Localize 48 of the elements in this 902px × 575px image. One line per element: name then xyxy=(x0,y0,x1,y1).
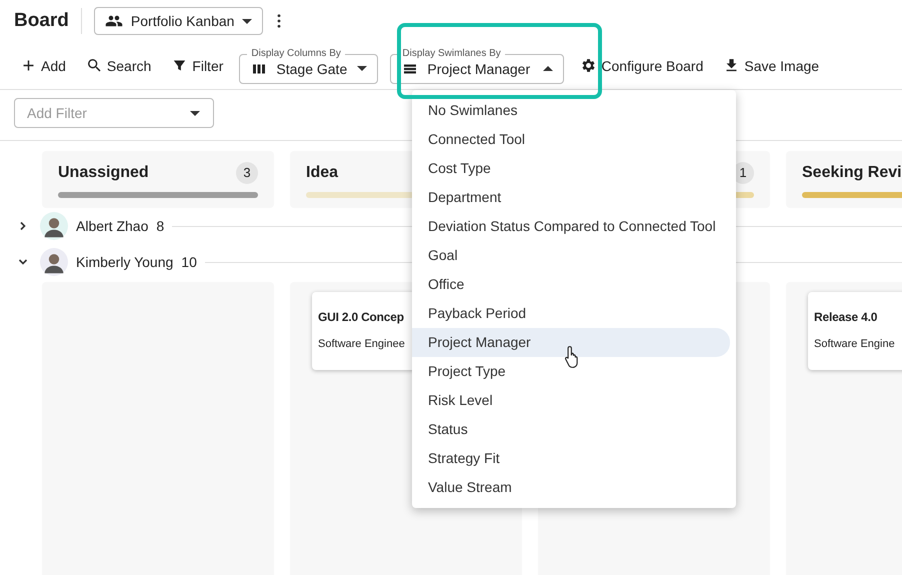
toolbar-button[interactable]: Configure Board xyxy=(576,50,708,82)
menu-item[interactable]: Payback Period xyxy=(412,299,730,328)
select-value: Stage Gate xyxy=(276,60,348,76)
swimlane-name: Albert Zhao xyxy=(76,218,148,234)
menu-item[interactable]: No Swimlanes xyxy=(412,96,730,125)
toolbar-button[interactable]: Search xyxy=(82,50,156,82)
settings-icon xyxy=(580,57,598,74)
field-label: Display Columns By xyxy=(247,48,345,60)
toolbar-button[interactable]: Add xyxy=(16,50,70,82)
card-title: Release 4.0 xyxy=(814,310,878,324)
menu-item[interactable]: Office xyxy=(412,270,730,299)
caret-icon xyxy=(190,111,200,116)
search-icon xyxy=(86,57,103,74)
field-label: Display Swimlanes By xyxy=(398,48,505,60)
menu-item[interactable]: Department xyxy=(412,183,730,212)
menu-item[interactable]: Strategy Fit xyxy=(412,444,730,473)
column-title: Seeking Revi xyxy=(802,164,902,182)
card-title: GUI 2.0 Concep xyxy=(318,310,404,324)
more-icon[interactable] xyxy=(277,14,282,28)
card-subtitle: Software Enginee xyxy=(318,338,405,350)
chevron-icon[interactable] xyxy=(18,221,28,231)
menu-item[interactable]: Project Type xyxy=(412,357,730,386)
swimlane-name: Kimberly Young xyxy=(76,254,174,270)
swimlane-count: 8 xyxy=(156,218,164,234)
toolbar-button[interactable]: Save Image xyxy=(719,50,824,82)
caret-icon xyxy=(242,18,252,24)
menu-item[interactable]: Project Manager xyxy=(412,328,730,357)
menu-item[interactable]: Status xyxy=(412,415,730,444)
page-title: Board xyxy=(14,10,69,32)
card-subtitle: Software Engine xyxy=(814,338,895,350)
menu-item[interactable]: Deviation Status Compared to Connected Tool xyxy=(412,212,730,241)
count-badge: 3 xyxy=(236,162,258,184)
toolbar-button[interactable]: Filter xyxy=(167,50,228,82)
column-title: Unassigned xyxy=(58,164,149,182)
chevron-icon[interactable] xyxy=(18,257,28,267)
view-selector-button[interactable]: Portfolio Kanban xyxy=(94,7,264,35)
avatar-icon xyxy=(40,212,68,240)
filter-field[interactable]: Add Filter xyxy=(14,98,214,128)
menu-item[interactable]: Cost Type xyxy=(412,154,730,183)
menu-item[interactable]: Value Stream xyxy=(412,473,730,502)
column-title: Idea xyxy=(306,164,338,182)
menu-item[interactable]: Risk Level xyxy=(412,386,730,415)
select-value: Project Manager xyxy=(427,60,532,76)
menu-item[interactable]: Connected Tool xyxy=(412,125,730,154)
project-card[interactable]: Release 4.0 Software Engine xyxy=(808,292,902,370)
menu-item[interactable]: Goal xyxy=(412,241,730,270)
avatar-icon xyxy=(40,248,68,276)
swimlane-count: 10 xyxy=(181,254,197,270)
